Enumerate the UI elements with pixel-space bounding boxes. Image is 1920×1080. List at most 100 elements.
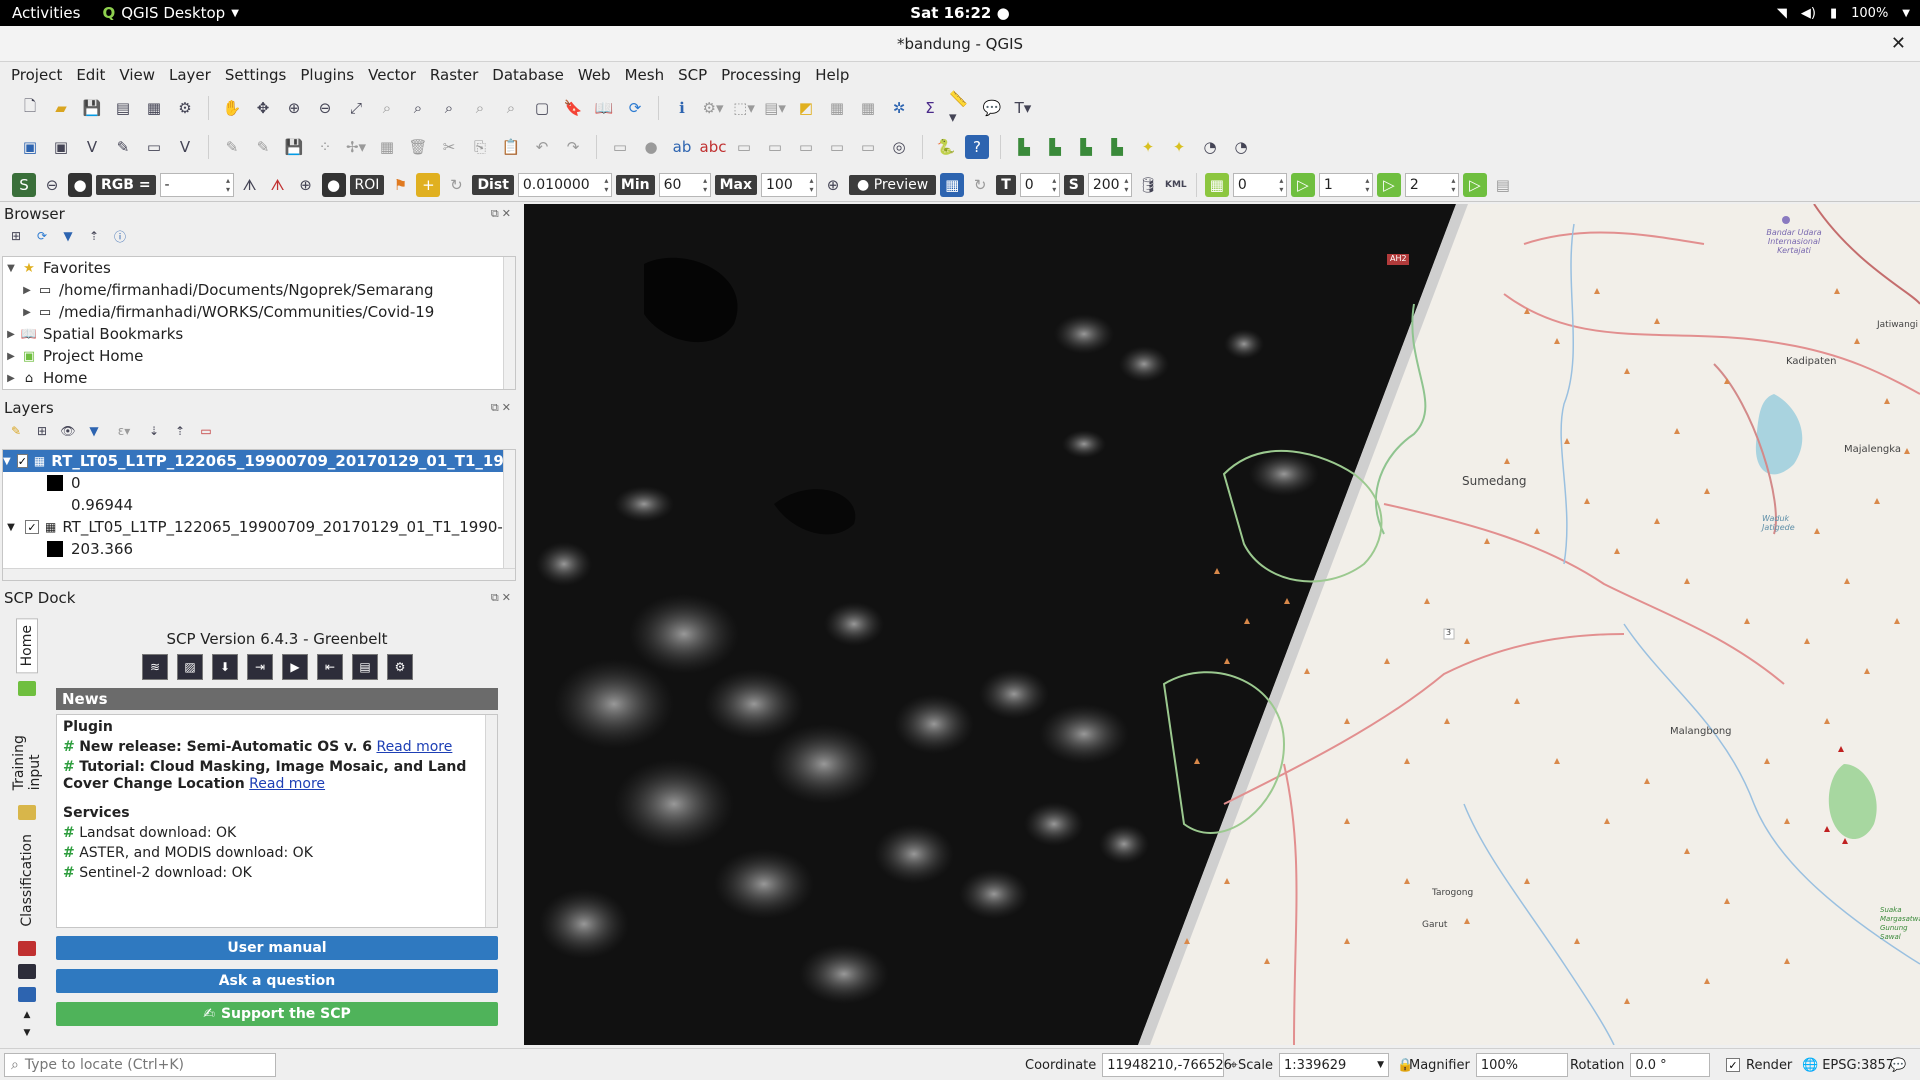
settings-icon[interactable]: ▤ [1491, 173, 1515, 197]
next-arrow-icon[interactable]: ▷ [1462, 172, 1487, 197]
collapse-arrow-icon[interactable]: ▼ [3, 522, 19, 533]
show-roi-icon[interactable]: ● [321, 172, 346, 197]
spectral-plot-icon[interactable]: ▙ [1012, 135, 1036, 159]
preview-button[interactable]: ● Preview [849, 174, 937, 195]
new-virtual-layer-icon[interactable]: V [173, 135, 197, 159]
refresh-icon[interactable]: ⟳ [623, 96, 647, 120]
cut-features-icon[interactable]: ✂ [437, 135, 461, 159]
change-label-icon[interactable]: ▭ [856, 135, 880, 159]
toggle-extents-icon[interactable]: ⌖ [1230, 1058, 1237, 1073]
read-more-link[interactable]: Read more [249, 776, 325, 792]
label-settings-icon[interactable]: ab [670, 135, 694, 159]
scroll-up-icon[interactable]: ▲ [24, 1010, 31, 1020]
add-feature-icon[interactable]: ⁘ [313, 135, 337, 159]
attribute-table-icon[interactable]: ▦ [825, 96, 849, 120]
next-arrow-icon[interactable]: ▷ [1290, 172, 1315, 197]
new-geopackage-icon[interactable]: ▣ [49, 135, 73, 159]
tree-item-spatial-bookmarks[interactable]: ▶ 📖 Spatial Bookmarks [3, 323, 515, 345]
browser-scrollbar[interactable] [503, 257, 515, 389]
collapse-arrow-icon[interactable]: ▼ [3, 263, 19, 274]
map-tips-icon[interactable]: 💬 [980, 96, 1004, 120]
deselect-icon[interactable]: ◩ [794, 96, 818, 120]
delete-selected-icon[interactable]: 🗑 [406, 135, 430, 159]
map-canvas[interactable]: Sumedang Kadipaten Majalengka Jatiwangi … [524, 204, 1920, 1045]
system-tray[interactable]: ◥ ◀) ▮ 100% ▼ [1777, 6, 1910, 21]
activities-button[interactable]: Activities [0, 4, 92, 22]
layout-manager-icon[interactable]: ▦ [142, 96, 166, 120]
zoom-roi-icon[interactable]: ◔ [1198, 135, 1222, 159]
palette-icon[interactable] [18, 940, 36, 956]
new-bookmark-icon[interactable]: 🔖 [561, 96, 585, 120]
new-shapefile-icon[interactable]: V [80, 135, 104, 159]
pan-icon[interactable]: ✋ [220, 96, 244, 120]
filter-expression-icon[interactable]: ε▾ [112, 423, 136, 439]
crs-group[interactable]: 🌐 EPSG:3857 [1802, 1053, 1894, 1077]
remove-temp-files-icon[interactable]: 🛢 [1136, 173, 1160, 197]
new-map-view-icon[interactable]: ▢ [530, 96, 554, 120]
current-edits-icon[interactable]: ✎ [220, 135, 244, 159]
kml-export-icon[interactable]: KML [1164, 173, 1188, 197]
ask-question-button[interactable]: Ask a question [56, 969, 498, 993]
layer-item[interactable]: ▼ ✓ ▦ RT_LT05_L1TP_122065_19900709_20170… [3, 516, 515, 538]
save-project-icon[interactable]: 💾 [80, 96, 104, 120]
save-edits-icon[interactable]: 💾 [282, 135, 306, 159]
menu-raster[interactable]: Raster [423, 66, 485, 84]
expand-arrow-icon[interactable]: ▶ [3, 373, 19, 384]
collapse-arrow-icon[interactable]: ▼ [3, 456, 11, 467]
scatter-plot-icon[interactable]: ▙ [1043, 135, 1067, 159]
tree-item-folder[interactable]: ▶ ▭ /media/firmanhadi/WORKS/Communities/… [3, 301, 515, 323]
zoom-to-selection-icon[interactable]: ⌕ [375, 96, 399, 120]
locator-input[interactable]: ⌕ Type to locate (Ctrl+K) [4, 1053, 276, 1077]
menu-vector[interactable]: Vector [361, 66, 423, 84]
redo-preview-icon[interactable]: ↻ [968, 173, 992, 197]
menu-mesh[interactable]: Mesh [618, 66, 672, 84]
redo-roi-icon[interactable]: ✦ [1167, 135, 1191, 159]
tree-item-project-home[interactable]: ▶ ▣ Project Home [3, 345, 515, 367]
select-by-value-icon[interactable]: ▤▾ [763, 96, 787, 120]
show-image-icon[interactable]: ● [68, 172, 92, 197]
open-layer-styling-icon[interactable]: ✎ [8, 423, 24, 439]
expand-arrow-icon[interactable]: ▶ [19, 307, 35, 318]
zoom-full-icon[interactable]: ⤢ [344, 96, 368, 120]
s-spinbox[interactable]: 200 [1087, 172, 1132, 197]
support-scp-button[interactable]: ✍ Support the SCP [56, 1002, 498, 1026]
classification-preview-icon[interactable]: ▦ [940, 172, 965, 197]
import-icon[interactable]: ⇥ [247, 654, 273, 680]
filter-legend-icon[interactable]: ▼ [86, 423, 102, 439]
spinbox-1[interactable]: 0 [1232, 172, 1287, 197]
expand-arrow-icon[interactable]: ▶ [3, 329, 19, 340]
zoom-next-icon[interactable]: ⌕ [499, 96, 523, 120]
band-calc-icon[interactable]: ▙ [1074, 135, 1098, 159]
add-roi-icon[interactable]: ◔ [1229, 135, 1253, 159]
layers-tree[interactable]: ▼ ✓ ▦ RT_LT05_L1TP_122065_19900709_20170… [2, 449, 516, 581]
messages-button[interactable]: 💬 [1890, 1053, 1906, 1077]
menu-help[interactable]: Help [808, 66, 856, 84]
copy-features-icon[interactable]: ⎘ [468, 135, 492, 159]
magnifier-spinbox[interactable]: 100% [1475, 1053, 1568, 1077]
layer-visibility-checkbox[interactable]: ✓ [16, 454, 28, 468]
add-group-icon[interactable]: ⊞ [34, 423, 50, 439]
tab-classification[interactable]: Classification [17, 828, 37, 933]
expand-arrow-icon[interactable]: ▶ [19, 285, 35, 296]
download-icon[interactable]: ⬇ [212, 654, 238, 680]
spinbox-2[interactable]: 1 [1318, 172, 1373, 197]
data-source-manager-icon[interactable]: ▣ [18, 135, 42, 159]
toolbox-icon[interactable]: ✲ [887, 96, 911, 120]
menu-web[interactable]: Web [571, 66, 618, 84]
news-scrollbar[interactable] [485, 715, 497, 927]
batch-icon[interactable]: ▤ [352, 654, 378, 680]
redo-roi-grow-icon[interactable]: ↻ [444, 173, 468, 197]
toggle-editing-icon[interactable]: ✎ [251, 135, 275, 159]
menu-database[interactable]: Database [485, 66, 571, 84]
tree-item-home[interactable]: ▶ ⌂ Home [3, 367, 515, 389]
zoom-last-icon[interactable]: ⌕ [468, 96, 492, 120]
menu-plugins[interactable]: Plugins [293, 66, 361, 84]
clock[interactable]: Sat 16:22 ● [910, 4, 1009, 22]
pan-to-selection-icon[interactable]: ✥ [251, 96, 275, 120]
menu-processing[interactable]: Processing [714, 66, 808, 84]
spectral-icon[interactable] [18, 986, 36, 1003]
refresh-icon[interactable]: ⟳ [34, 228, 50, 244]
tree-item-folder[interactable]: ▶ ▭ /home/firmanhadi/Documents/Ngoprek/S… [3, 279, 515, 301]
grid-icon[interactable]: ▦ [1204, 172, 1229, 197]
panel-controls[interactable]: ⧉✕ [491, 401, 514, 415]
